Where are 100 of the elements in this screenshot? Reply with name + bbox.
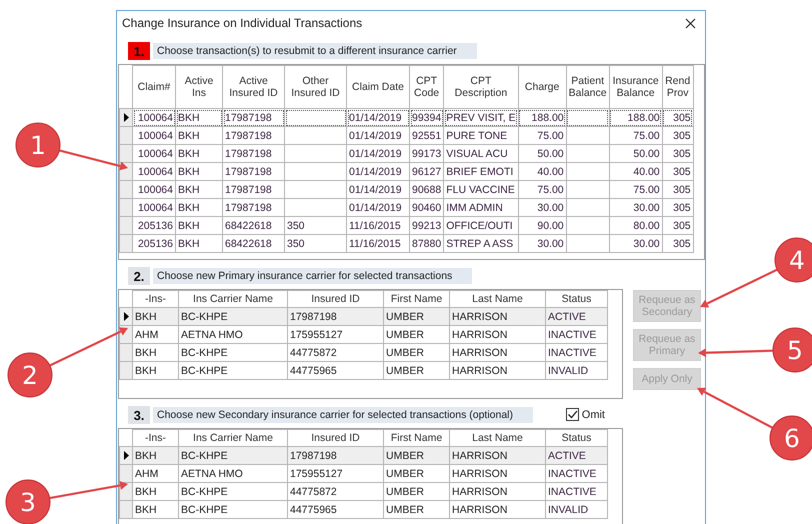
table-cell: UMBER xyxy=(384,482,450,500)
table-cell: 99213 xyxy=(410,216,444,234)
callout-marker: 1 xyxy=(16,122,60,168)
table-cell: 44775965 xyxy=(288,362,384,380)
table-cell: UMBER xyxy=(384,446,450,464)
step-number: 3. xyxy=(128,406,150,424)
table-cell: UMBER xyxy=(384,344,450,362)
table-cell: ACTIVE xyxy=(546,308,608,326)
table-cell: 30.00 xyxy=(609,198,662,216)
column-header[interactable]: Status xyxy=(546,430,608,446)
table-cell: 11/16/2015 xyxy=(346,216,410,234)
checkbox-label[interactable]: Omit xyxy=(582,408,605,420)
table-cell: 30.00 xyxy=(518,234,566,252)
section-heading: Choose new Primary insurance carrier for selected transactions xyxy=(153,268,472,284)
table-cell: 68422618 xyxy=(222,234,284,252)
table-cell: AETNA HMO xyxy=(178,464,288,482)
row-header[interactable] xyxy=(120,308,132,326)
table-cell: 17987198 xyxy=(222,108,284,126)
table-cell: 175955127 xyxy=(288,326,384,344)
column-header[interactable]: Insurance Balance xyxy=(609,66,662,108)
row-header[interactable] xyxy=(120,446,132,464)
table-cell: INACTIVE xyxy=(546,482,608,500)
table-cell: BKH xyxy=(132,308,178,326)
table-cell: 01/14/2019 xyxy=(346,144,410,162)
column-header[interactable]: Last Name xyxy=(450,430,546,446)
column-header[interactable]: Active Insured ID xyxy=(222,66,284,108)
callout-marker: 3 xyxy=(6,480,50,524)
column-header[interactable]: Status xyxy=(546,290,608,308)
callout-arrow xyxy=(59,149,128,170)
table-cell: BKH xyxy=(176,108,222,126)
table-cell: 305 xyxy=(662,216,694,234)
column-header[interactable]: Claim Date xyxy=(346,66,410,108)
table-cell: 17987198 xyxy=(222,162,284,180)
column-header[interactable]: Patient Balance xyxy=(566,66,610,108)
row-header[interactable] xyxy=(120,108,132,126)
column-header[interactable]: CPT Description xyxy=(444,66,518,108)
table-cell: 75.00 xyxy=(518,126,566,144)
column-header[interactable]: Ins Carrier Name xyxy=(178,290,288,308)
table-cell: 305 xyxy=(662,162,694,180)
column-header[interactable]: CPT Code xyxy=(410,66,444,108)
table-cell: 96127 xyxy=(410,162,444,180)
table-cell: 305 xyxy=(662,198,694,216)
table-cell: 17987198 xyxy=(288,446,384,464)
column-header[interactable]: First Name xyxy=(384,430,450,446)
table-cell: 99173 xyxy=(410,144,444,162)
step-number: 2. xyxy=(128,266,150,284)
checkbox[interactable] xyxy=(566,408,579,421)
table-cell: 90.00 xyxy=(518,216,566,234)
table-cell: 30.00 xyxy=(518,198,566,216)
table-cell: UMBER xyxy=(384,500,450,518)
column-header[interactable]: Claim# xyxy=(132,66,176,108)
table-cell: BKH xyxy=(132,482,178,500)
table-cell: PURE TONE xyxy=(444,126,518,144)
table-cell: BKH xyxy=(132,446,178,464)
table-cell: BC-KHPE xyxy=(178,362,288,380)
column-header[interactable]: Insured ID xyxy=(288,290,384,308)
table-cell: HARRISON xyxy=(450,482,546,500)
table-cell: 100064 xyxy=(132,144,176,162)
column-header[interactable]: -Ins- xyxy=(132,430,178,446)
table-cell: 205136 xyxy=(132,216,176,234)
table-cell: 30.00 xyxy=(609,234,662,252)
table-cell: INACTIVE xyxy=(546,344,608,362)
column-header[interactable]: First Name xyxy=(384,290,450,308)
table-cell: 40.00 xyxy=(609,162,662,180)
column-header[interactable]: Last Name xyxy=(450,290,546,308)
table-cell: 305 xyxy=(662,108,694,126)
column-header[interactable]: -Ins- xyxy=(132,290,178,308)
table-cell: BKH xyxy=(176,144,222,162)
table-cell: UMBER xyxy=(384,362,450,380)
table-cell: 80.00 xyxy=(609,216,662,234)
table-cell: 100064 xyxy=(132,162,176,180)
table-cell: 350 xyxy=(284,234,346,252)
table-cell: HARRISON xyxy=(450,344,546,362)
row-pointer-icon xyxy=(124,451,128,460)
table-cell: PREV VISIT, E xyxy=(444,108,518,126)
step-number: 1. xyxy=(128,42,150,60)
table-cell: UMBER xyxy=(384,326,450,344)
table-cell: 01/14/2019 xyxy=(346,198,410,216)
table-cell: BRIEF EMOTI xyxy=(444,162,518,180)
column-header[interactable]: Rend Prov xyxy=(662,66,694,108)
table-cell: 75.00 xyxy=(518,180,566,198)
table-cell: BKH xyxy=(176,234,222,252)
row-pointer-icon xyxy=(124,312,128,321)
column-header[interactable]: Ins Carrier Name xyxy=(178,430,288,446)
table-cell: 205136 xyxy=(132,234,176,252)
table-cell: AHM xyxy=(132,464,178,482)
table-cell: 44775872 xyxy=(288,482,384,500)
table-cell: 17987198 xyxy=(222,180,284,198)
table-cell: 175955127 xyxy=(288,464,384,482)
table-cell: BC-KHPE xyxy=(178,482,288,500)
column-header[interactable]: Other Insured ID xyxy=(284,66,346,108)
table-cell: BKH xyxy=(176,162,222,180)
table-cell: 305 xyxy=(662,144,694,162)
table-cell: AHM xyxy=(132,326,178,344)
table-cell: BKH xyxy=(132,500,178,518)
column-header[interactable]: Active Ins xyxy=(176,66,222,108)
column-header[interactable]: Charge xyxy=(518,66,566,108)
table-cell: HARRISON xyxy=(450,362,546,380)
column-header[interactable]: Insured ID xyxy=(288,430,384,446)
table-cell: 01/14/2019 xyxy=(346,180,410,198)
